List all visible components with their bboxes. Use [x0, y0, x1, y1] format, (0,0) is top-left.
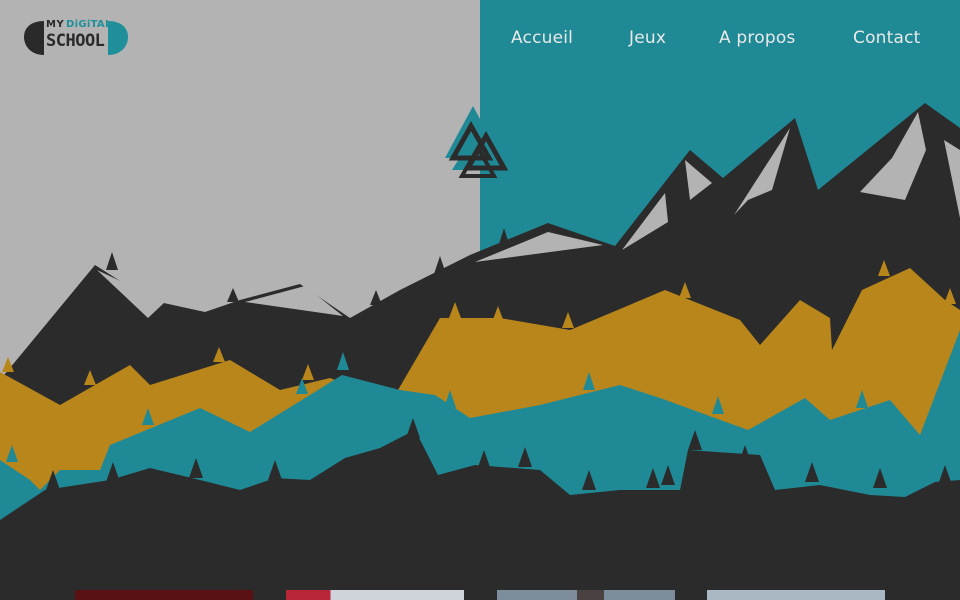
logo-text-my: MY — [46, 19, 65, 30]
game-thumbnail-4[interactable] — [707, 590, 885, 600]
game-thumbnail-2[interactable] — [286, 590, 464, 600]
nav-link-jeux[interactable]: Jeux — [629, 28, 666, 48]
nav-link-a-propos[interactable]: A propos — [719, 28, 796, 48]
brand-logo[interactable]: MY DiGiTAL SCHOOL — [24, 17, 128, 59]
nav-link-contact[interactable]: Contact — [853, 28, 921, 48]
game-thumbnail-1[interactable] — [75, 590, 253, 600]
logo-text-school: SCHOOL — [46, 31, 105, 51]
logo-text-digital: DiGiTAL — [66, 19, 112, 30]
main-navigation: Accueil Jeux A propos Contact — [490, 28, 950, 52]
game-thumbnail-3[interactable] — [497, 590, 675, 600]
nav-link-accueil[interactable]: Accueil — [511, 28, 573, 48]
hero-mountain-illustration — [0, 0, 960, 600]
game-thumbnails-row — [0, 590, 960, 600]
